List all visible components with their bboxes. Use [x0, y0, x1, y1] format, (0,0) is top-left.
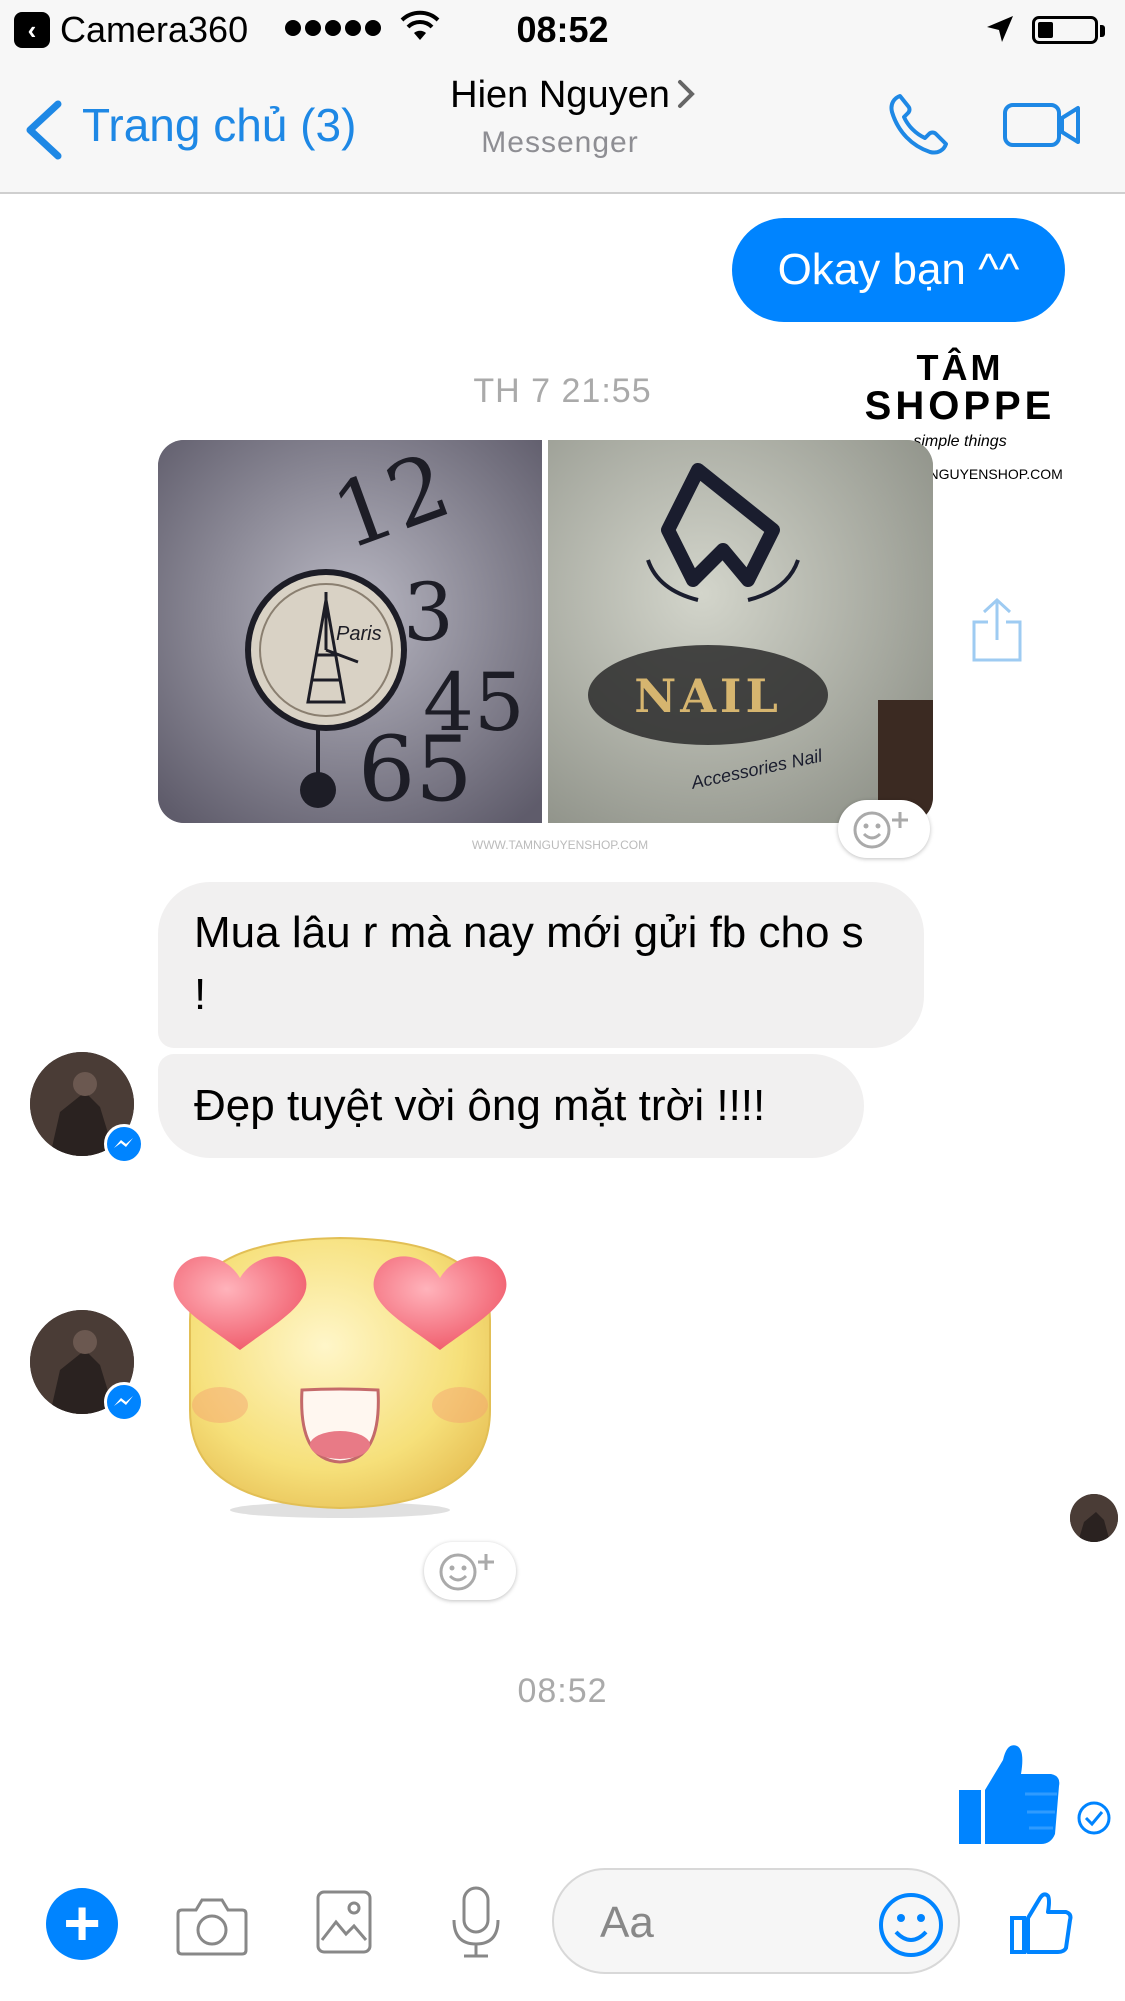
contact-subtitle: Messenger	[481, 126, 639, 159]
messenger-badge-icon	[104, 1382, 144, 1422]
photo-caption-paris: Paris	[336, 623, 382, 645]
camera-icon[interactable]	[176, 1894, 248, 1961]
sent-check-icon	[1076, 1800, 1112, 1841]
message-timestamp: 08:52	[517, 1672, 608, 1710]
back-button-label[interactable]: Trang chủ (3)	[82, 98, 356, 152]
svg-text:65: 65	[358, 717, 473, 822]
add-more-button[interactable]: +	[46, 1888, 118, 1960]
photo-wall-clock[interactable]: 12 3 45 65 Paris	[158, 440, 542, 823]
battery-icon	[1032, 16, 1098, 44]
thumbs-up-sticker-icon[interactable]	[955, 1738, 1065, 1853]
add-reaction-button[interactable]	[424, 1542, 516, 1600]
message-input-placeholder[interactable]: Aa	[600, 1898, 654, 1948]
video-call-icon[interactable]	[1002, 100, 1082, 155]
incoming-message-bubble[interactable]: Mua lâu r mà nay mới gửi fb cho s !	[158, 882, 924, 1048]
gallery-icon[interactable]	[314, 1888, 374, 1961]
chevron-right-icon[interactable]	[676, 78, 696, 115]
photo-nail-sign[interactable]: NAIL Accessories Nail	[548, 440, 933, 823]
heart-eyes-emoji-sticker[interactable]	[160, 1220, 520, 1520]
seen-indicator-avatar	[1070, 1494, 1118, 1542]
svg-text:3: 3	[403, 566, 454, 659]
location-arrow-icon	[985, 14, 1015, 49]
phone-call-icon[interactable]	[886, 90, 952, 161]
photo-watermark-url: WWW.TAMNGUYENSHOP.COM	[471, 838, 649, 852]
thumbs-up-icon[interactable]	[1008, 1890, 1074, 1961]
add-reaction-button[interactable]	[838, 800, 930, 858]
watermark-brand-line2: SHOPPE	[864, 384, 1056, 428]
emoji-icon[interactable]	[876, 1890, 946, 1965]
battery-tip	[1100, 25, 1105, 37]
incoming-message-bubble[interactable]: Đẹp tuyệt vời ông mặt trời !!!!	[158, 1054, 864, 1158]
outgoing-message-bubble[interactable]: Okay bạn ^^	[732, 218, 1065, 322]
share-icon[interactable]	[970, 596, 1024, 669]
photo-attachment-group[interactable]: 12 3 45 65 Paris NAIL Accessories Nail	[158, 440, 933, 823]
messenger-badge-icon	[104, 1124, 144, 1164]
status-time: 08:52	[516, 9, 609, 50]
microphone-icon[interactable]	[446, 1884, 506, 1965]
chevron-left-icon[interactable]	[22, 100, 66, 165]
watermark-brand-line1: TÂM	[916, 347, 1004, 388]
photo-sign-text: NAIL	[634, 669, 782, 723]
